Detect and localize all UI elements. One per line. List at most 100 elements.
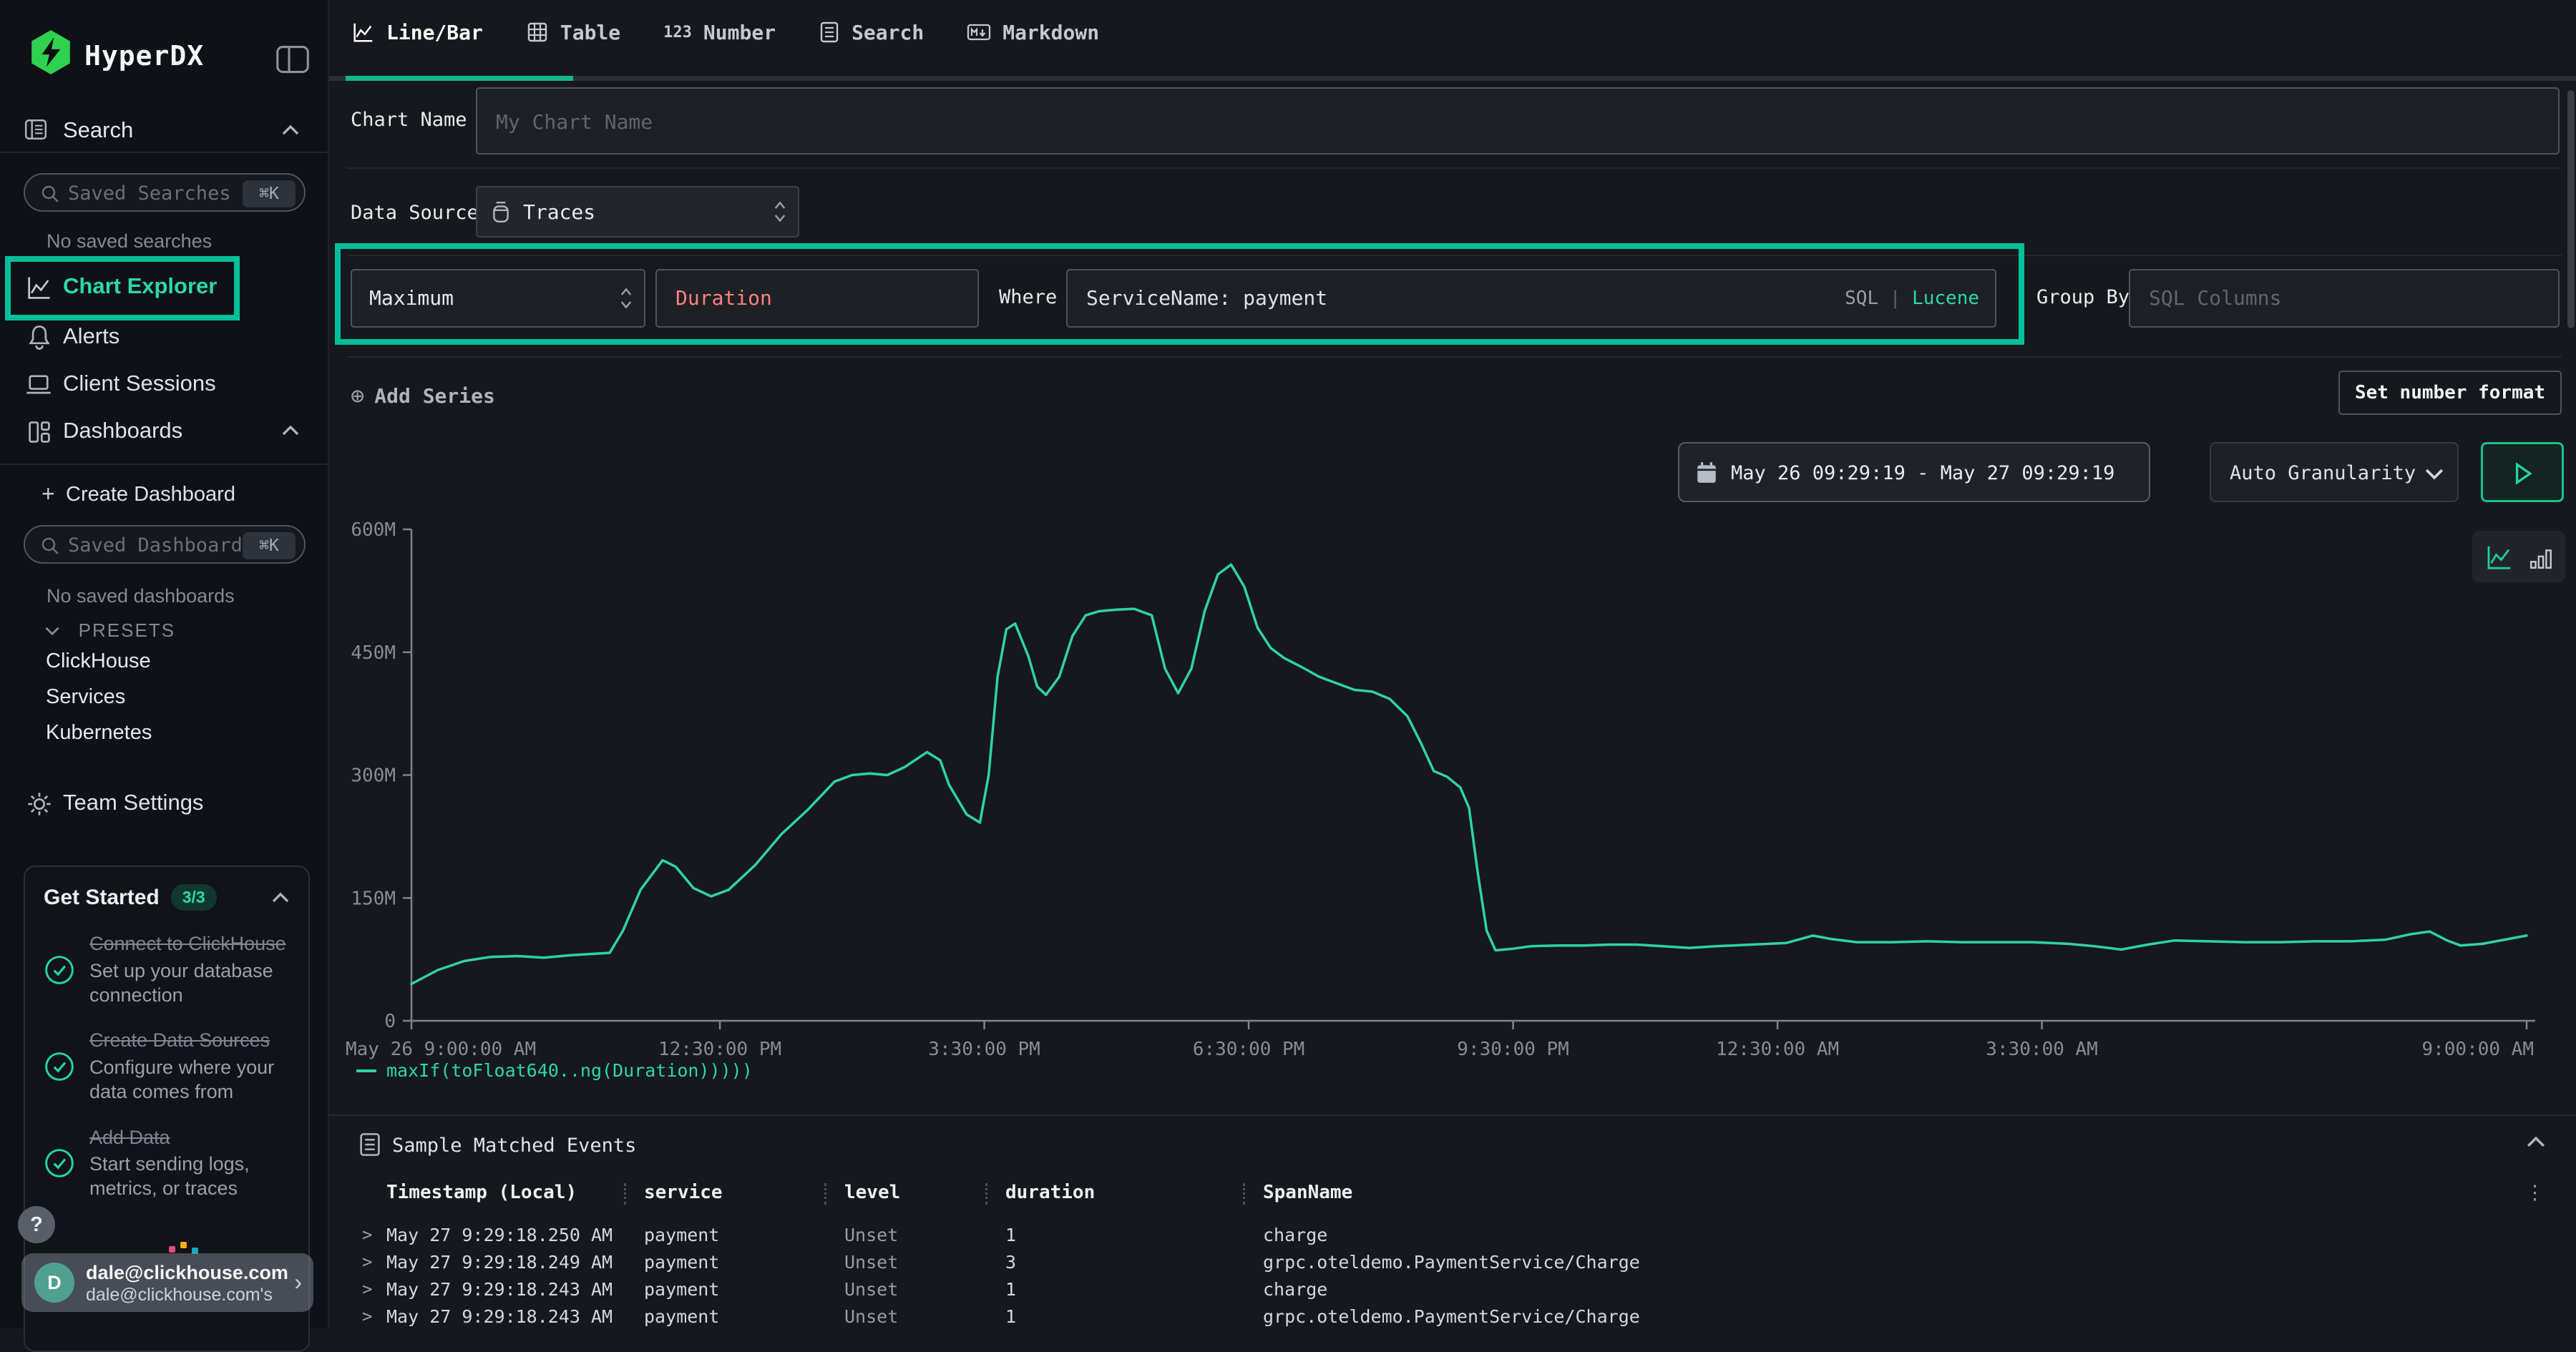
- tab-line-bar[interactable]: Line/Bar: [351, 20, 483, 44]
- chevron-up-icon[interactable]: [271, 892, 290, 903]
- chevron-up-icon[interactable]: [281, 124, 300, 136]
- x-tick-label: 3:30:00 AM: [1986, 1039, 2098, 1060]
- scrollbar-thumb[interactable]: [2567, 90, 2575, 328]
- presets-list: ClickHouse Services Kubernetes: [46, 650, 152, 757]
- data-source-select[interactable]: Traces: [476, 186, 799, 237]
- x-tick-label: 3:30:00 PM: [928, 1039, 1040, 1060]
- sidebar-item-client-sessions[interactable]: Client Sessions: [0, 365, 329, 405]
- where-label: Where: [999, 286, 1057, 308]
- table-cell: charge: [1263, 1225, 1327, 1245]
- saved-dashboards-input[interactable]: Saved Dashboards ⌘K: [24, 525, 306, 564]
- chevron-up-icon[interactable]: [2526, 1136, 2546, 1148]
- tab-search[interactable]: Search: [819, 21, 924, 44]
- presets-header[interactable]: PRESETS: [44, 619, 175, 642]
- active-tab-underline: [346, 76, 573, 81]
- table-cell: May 27 9:29:18.243 AM: [386, 1279, 613, 1300]
- add-series-button[interactable]: ⊕ Add Series: [351, 378, 495, 413]
- run-query-button[interactable]: [2481, 442, 2564, 502]
- column-resize-handle[interactable]: [1243, 1183, 1245, 1205]
- chevron-right-icon: ›: [294, 1269, 302, 1295]
- tab-label: Table: [560, 21, 620, 44]
- column-header[interactable]: SpanName: [1263, 1182, 1352, 1203]
- sidebar-section-search[interactable]: Search: [63, 117, 133, 143]
- sidebar-item-label: Alerts: [63, 323, 119, 349]
- user-menu[interactable]: D dale@clickhouse.com dale@clickhouse.co…: [21, 1253, 313, 1312]
- task-title: Add Data: [89, 1126, 290, 1150]
- table-row[interactable]: >May 27 9:29:18.249 AMpaymentUnset3grpc.…: [329, 1249, 2576, 1276]
- get-started-task[interactable]: Create Data Sources Configure where your…: [44, 1029, 290, 1104]
- help-button[interactable]: ?: [18, 1206, 55, 1243]
- column-header[interactable]: level: [844, 1182, 900, 1203]
- timeseries-chart[interactable]: 0150M300M450M600MMay 26 9:00:00 AM12:30:…: [329, 501, 2576, 1082]
- column-resize-handle[interactable]: [624, 1183, 626, 1205]
- create-dashboard-label: Create Dashboard: [66, 483, 235, 506]
- column-header[interactable]: Timestamp (Local): [386, 1182, 577, 1203]
- table-row[interactable]: >May 27 9:29:18.243 AMpaymentUnset1charg…: [329, 1276, 2576, 1303]
- create-dashboard-button[interactable]: + Create Dashboard: [0, 478, 329, 514]
- sidebar-item-team-settings[interactable]: Team Settings: [0, 784, 329, 824]
- saved-searches-input[interactable]: Saved Searches ⌘K: [24, 173, 306, 212]
- task-title: Connect to ClickHouse: [89, 932, 290, 956]
- tabbar-track: [329, 76, 2576, 81]
- get-started-progress-badge: 3/3: [171, 884, 217, 911]
- calendar-icon: [1695, 461, 1718, 485]
- column-resize-handle[interactable]: [824, 1183, 826, 1205]
- sidebar-preset-item[interactable]: Kubernetes: [46, 721, 152, 745]
- table-cell: 1: [1005, 1306, 1016, 1327]
- group-by-input[interactable]: SQL Columns: [2129, 269, 2560, 328]
- row-expand-icon[interactable]: >: [362, 1252, 372, 1272]
- granularity-select[interactable]: Auto Granularity: [2210, 442, 2459, 502]
- bell-icon: [26, 323, 53, 352]
- list-icon: [358, 1132, 382, 1157]
- sample-events-section: Sample Matched Events Timestamp (Local) …: [329, 1115, 2576, 1328]
- chevron-up-icon[interactable]: [281, 425, 300, 436]
- no-saved-searches-note: No saved searches: [47, 230, 212, 253]
- get-started-task[interactable]: Connect to ClickHouse Set up your databa…: [44, 932, 290, 1007]
- table-cell: Unset: [844, 1279, 898, 1300]
- check-circle-icon: [44, 954, 75, 986]
- sql-toggle[interactable]: SQL: [1845, 288, 1878, 309]
- divider: [347, 255, 2562, 256]
- user-email: dale@clickhouse.com: [86, 1262, 288, 1284]
- table-row[interactable]: >May 27 9:29:18.250 AMpaymentUnset1charg…: [329, 1222, 2576, 1249]
- sidebar-item-chart-explorer[interactable]: Chart Explorer: [0, 268, 329, 308]
- set-number-format-button[interactable]: Set number format: [2338, 371, 2562, 415]
- sample-events-title: Sample Matched Events: [392, 1135, 636, 1157]
- tab-label: Number: [703, 21, 776, 44]
- lucene-toggle[interactable]: Lucene: [1912, 288, 1979, 309]
- sidebar-preset-item[interactable]: Services: [46, 685, 152, 709]
- column-header[interactable]: duration: [1005, 1182, 1095, 1203]
- tab-number[interactable]: 123 Number: [663, 21, 776, 44]
- gear-icon: [26, 790, 53, 818]
- where-input[interactable]: ServiceName: payment SQL | Lucene: [1066, 269, 1996, 328]
- chart-name-input[interactable]: My Chart Name: [476, 87, 2560, 155]
- aggregation-select[interactable]: Maximum: [351, 269, 645, 328]
- tab-table[interactable]: Table: [526, 21, 620, 44]
- sidebar-preset-item[interactable]: ClickHouse: [46, 650, 152, 673]
- sidebar-item-dashboards[interactable]: Dashboards: [0, 412, 329, 452]
- where-value: ServiceName: payment: [1086, 286, 1327, 310]
- row-expand-icon[interactable]: >: [362, 1306, 372, 1326]
- column-resize-handle[interactable]: [985, 1183, 987, 1205]
- row-expand-icon[interactable]: >: [362, 1279, 372, 1299]
- chart-type-tabbar: Line/Bar Table 123 Number: [351, 20, 1099, 44]
- sidebar-collapse-icon[interactable]: [275, 41, 311, 77]
- row-expand-icon[interactable]: >: [362, 1225, 372, 1245]
- more-options-icon[interactable]: ⋮: [2525, 1182, 2545, 1204]
- sidebar-item-alerts[interactable]: Alerts: [0, 318, 329, 358]
- column-header[interactable]: service: [644, 1182, 723, 1203]
- get-started-task[interactable]: Add Data Start sending logs, metrics, or…: [44, 1126, 290, 1201]
- search-icon: [39, 183, 61, 205]
- date-range-input[interactable]: May 26 09:29:19 - May 27 09:29:19: [1678, 442, 2150, 502]
- get-started-title: Get Started: [44, 886, 160, 910]
- tab-markdown[interactable]: Markdown: [967, 21, 1099, 44]
- chevron-down-icon: [44, 626, 60, 636]
- field-input[interactable]: Duration: [655, 269, 979, 328]
- user-subtitle: dale@clickhouse.com's: [86, 1285, 273, 1306]
- granularity-value: Auto Granularity: [2230, 462, 2416, 484]
- table-row[interactable]: >May 27 9:29:18.243 AMpaymentUnset1grpc.…: [329, 1303, 2576, 1331]
- y-tick-label: 0: [384, 1011, 396, 1032]
- chart-axes: [411, 529, 2535, 1021]
- data-source-label: Data Source: [351, 202, 479, 224]
- task-title: Create Data Sources: [89, 1029, 290, 1053]
